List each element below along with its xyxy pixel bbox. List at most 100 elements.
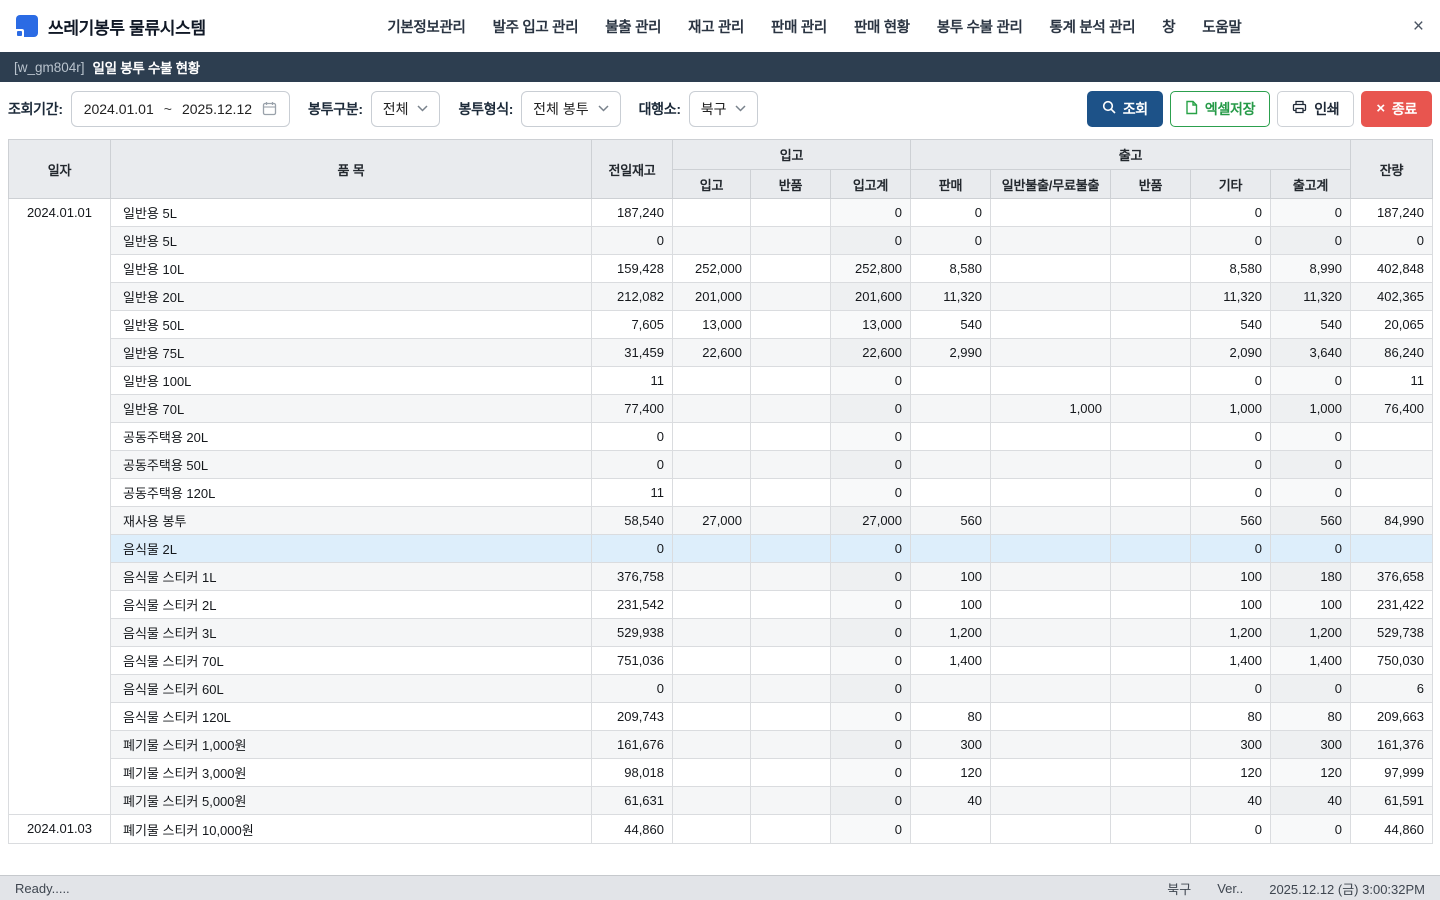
cell-remaining[interactable] <box>1351 479 1433 507</box>
cell-out-total[interactable]: 8,990 <box>1271 255 1351 283</box>
cell-in[interactable]: 13,000 <box>673 311 751 339</box>
cell-out-return[interactable] <box>1111 227 1191 255</box>
cell-out-return[interactable] <box>1111 703 1191 731</box>
cell-in-return[interactable] <box>751 591 831 619</box>
cell-in-return[interactable] <box>751 311 831 339</box>
cell-out-total[interactable]: 120 <box>1271 759 1351 787</box>
cell-out-return[interactable] <box>1111 339 1191 367</box>
cell-in-return[interactable] <box>751 759 831 787</box>
cell-sale[interactable]: 80 <box>911 703 991 731</box>
cell-in-total[interactable]: 0 <box>831 591 911 619</box>
table-row[interactable]: 공동주택용 20L0000 <box>9 423 1433 451</box>
cell-in-return[interactable] <box>751 423 831 451</box>
cell-prev-stock[interactable]: 77,400 <box>592 395 673 423</box>
cell-item[interactable]: 일반용 75L <box>111 339 592 367</box>
cell-in-return[interactable] <box>751 647 831 675</box>
cell-issue[interactable] <box>991 451 1111 479</box>
cell-etc[interactable]: 540 <box>1191 311 1271 339</box>
cell-remaining[interactable]: 61,591 <box>1351 787 1433 815</box>
cell-prev-stock[interactable]: 0 <box>592 423 673 451</box>
cell-remaining[interactable]: 44,860 <box>1351 815 1433 844</box>
table-row[interactable]: 공동주택용 50L0000 <box>9 451 1433 479</box>
cell-out-total[interactable]: 300 <box>1271 731 1351 759</box>
cell-issue[interactable] <box>991 535 1111 563</box>
cell-prev-stock[interactable]: 376,758 <box>592 563 673 591</box>
cell-remaining[interactable]: 76,400 <box>1351 395 1433 423</box>
cell-sale[interactable]: 0 <box>911 227 991 255</box>
cell-prev-stock[interactable]: 31,459 <box>592 339 673 367</box>
table-row[interactable]: 일반용 70L77,40001,0001,0001,00076,400 <box>9 395 1433 423</box>
cell-remaining[interactable] <box>1351 423 1433 451</box>
cell-out-return[interactable] <box>1111 395 1191 423</box>
cell-issue[interactable] <box>991 675 1111 703</box>
cell-in[interactable] <box>673 647 751 675</box>
cell-prev-stock[interactable]: 187,240 <box>592 199 673 227</box>
cell-issue[interactable] <box>991 507 1111 535</box>
cell-in[interactable] <box>673 535 751 563</box>
cell-in-return[interactable] <box>751 395 831 423</box>
cell-out-total[interactable]: 0 <box>1271 199 1351 227</box>
cell-issue[interactable] <box>991 759 1111 787</box>
cell-out-total[interactable]: 0 <box>1271 535 1351 563</box>
cell-out-return[interactable] <box>1111 619 1191 647</box>
cell-etc[interactable]: 1,400 <box>1191 647 1271 675</box>
cell-in[interactable] <box>673 451 751 479</box>
cell-out-total[interactable]: 0 <box>1271 367 1351 395</box>
cell-out-return[interactable] <box>1111 591 1191 619</box>
cell-item[interactable]: 음식물 스티커 60L <box>111 675 592 703</box>
bag-format-select[interactable]: 전체 봉투 <box>521 91 620 127</box>
cell-date[interactable]: 2024.01.01 <box>9 199 111 815</box>
cell-in-return[interactable] <box>751 619 831 647</box>
table-row[interactable]: 음식물 스티커 2L231,5420100100100231,422 <box>9 591 1433 619</box>
cell-prev-stock[interactable]: 529,938 <box>592 619 673 647</box>
cell-in-return[interactable] <box>751 703 831 731</box>
cell-etc[interactable]: 0 <box>1191 479 1271 507</box>
table-row[interactable]: 폐기물 스티커 1,000원161,6760300300300161,376 <box>9 731 1433 759</box>
cell-in-total[interactable]: 0 <box>831 787 911 815</box>
cell-prev-stock[interactable]: 209,743 <box>592 703 673 731</box>
cell-out-total[interactable]: 80 <box>1271 703 1351 731</box>
cell-remaining[interactable]: 86,240 <box>1351 339 1433 367</box>
cell-out-total[interactable]: 40 <box>1271 787 1351 815</box>
cell-sale[interactable]: 8,580 <box>911 255 991 283</box>
cell-out-return[interactable] <box>1111 731 1191 759</box>
cell-remaining[interactable]: 529,738 <box>1351 619 1433 647</box>
cell-prev-stock[interactable]: 0 <box>592 675 673 703</box>
cell-in-total[interactable]: 0 <box>831 395 911 423</box>
table-row[interactable]: 일반용 75L31,45922,60022,6002,9902,0903,640… <box>9 339 1433 367</box>
cell-item[interactable]: 폐기물 스티커 1,000원 <box>111 731 592 759</box>
cell-in-total[interactable]: 0 <box>831 227 911 255</box>
cell-in[interactable] <box>673 563 751 591</box>
cell-out-return[interactable] <box>1111 535 1191 563</box>
cell-in[interactable] <box>673 227 751 255</box>
cell-in[interactable]: 252,000 <box>673 255 751 283</box>
cell-prev-stock[interactable]: 11 <box>592 367 673 395</box>
cell-out-total[interactable]: 0 <box>1271 451 1351 479</box>
cell-issue[interactable] <box>991 423 1111 451</box>
cell-etc[interactable]: 100 <box>1191 563 1271 591</box>
cell-out-total[interactable]: 1,400 <box>1271 647 1351 675</box>
table-row[interactable]: 음식물 2L0000 <box>9 535 1433 563</box>
date-range-input[interactable]: 2024.01.01 ~ 2025.12.12 <box>71 91 290 127</box>
menu-item-1[interactable]: 발주 입고 관리 <box>493 16 579 37</box>
cell-out-return[interactable] <box>1111 311 1191 339</box>
cell-sale[interactable]: 300 <box>911 731 991 759</box>
table-row[interactable]: 음식물 스티커 70L751,03601,4001,4001,400750,03… <box>9 647 1433 675</box>
print-button[interactable]: 인쇄 <box>1277 91 1354 127</box>
cell-out-total[interactable]: 11,320 <box>1271 283 1351 311</box>
cell-issue[interactable] <box>991 591 1111 619</box>
cell-remaining[interactable]: 0 <box>1351 227 1433 255</box>
cell-out-return[interactable] <box>1111 675 1191 703</box>
cell-item[interactable]: 음식물 2L <box>111 535 592 563</box>
cell-issue[interactable] <box>991 731 1111 759</box>
cell-remaining[interactable]: 231,422 <box>1351 591 1433 619</box>
cell-issue[interactable] <box>991 283 1111 311</box>
cell-issue[interactable] <box>991 787 1111 815</box>
cell-item[interactable]: 폐기물 스티커 10,000원 <box>111 815 592 844</box>
table-row[interactable]: 일반용 50L7,60513,00013,00054054054020,065 <box>9 311 1433 339</box>
excel-save-button[interactable]: 엑셀저장 <box>1170 91 1270 127</box>
cell-sale[interactable]: 11,320 <box>911 283 991 311</box>
cell-in[interactable]: 22,600 <box>673 339 751 367</box>
cell-etc[interactable]: 0 <box>1191 227 1271 255</box>
table-row[interactable]: 음식물 스티커 1L376,7580100100180376,658 <box>9 563 1433 591</box>
